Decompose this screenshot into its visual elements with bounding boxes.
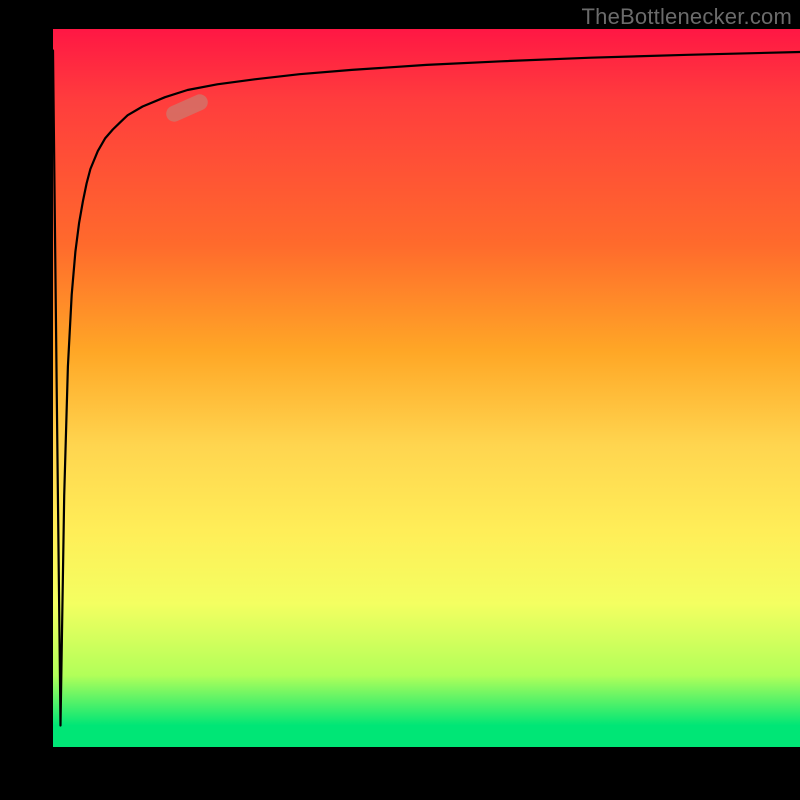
chart-plot-area — [53, 29, 800, 747]
chart-curve — [53, 29, 800, 747]
watermark-label: TheBottlenecker.com — [582, 4, 792, 30]
